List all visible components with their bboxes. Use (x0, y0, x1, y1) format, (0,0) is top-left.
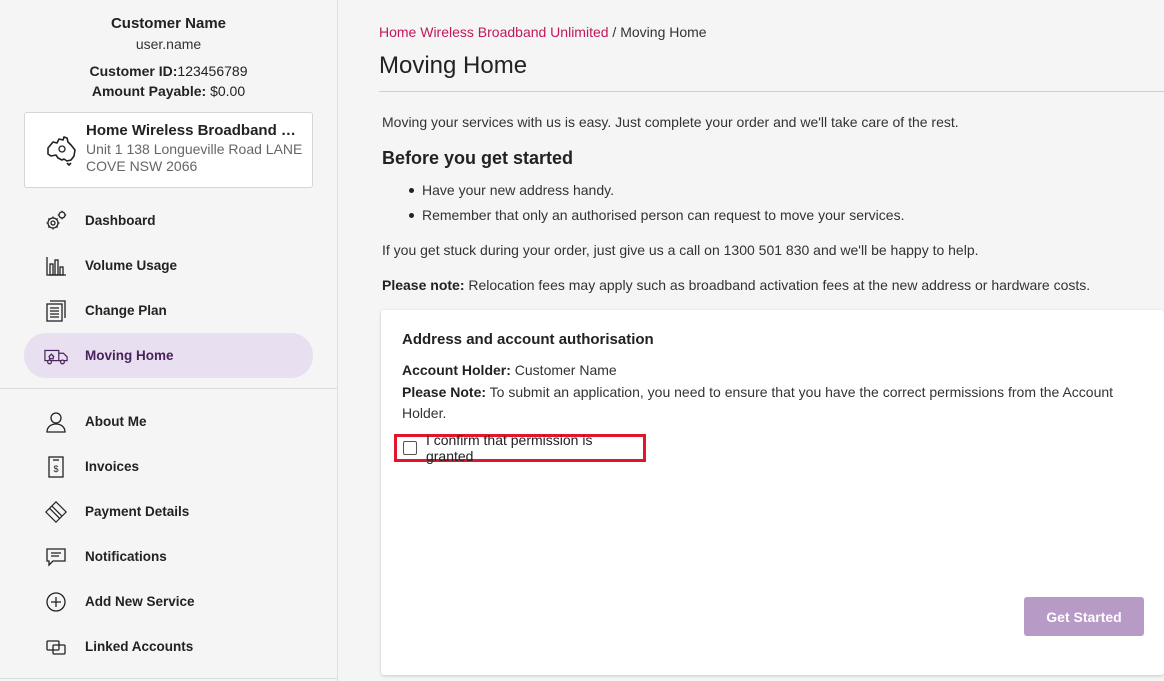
breadcrumb-link-service[interactable]: Home Wireless Broadband Unlimited (379, 24, 609, 40)
checklist: Have your new address handy. Remember th… (382, 181, 904, 231)
nav-item-label: Volume Usage (85, 258, 178, 273)
customer-name: Customer Name (110, 15, 227, 32)
permission-note-text: To submit an application, you need to en… (402, 384, 1114, 421)
permission-note-label: Please Note: (402, 384, 487, 400)
secondary-nav: About Me $ Invoices Payment Details Noti… (24, 399, 313, 669)
nav-item-about-me[interactable]: About Me (24, 399, 313, 444)
amount-payable-label: Amount Payable: (91, 83, 207, 99)
credit-card-icon (44, 500, 68, 524)
nav-item-dashboard[interactable]: Dashboard (24, 198, 313, 243)
nav-item-label: Invoices (85, 459, 140, 474)
breadcrumb: Home Wireless Broadband Unlimited / Movi… (379, 24, 707, 40)
linked-squares-icon (44, 635, 68, 659)
service-card[interactable]: Home Wireless Broadband Unlimited Unit 1… (24, 112, 313, 188)
list-item: Remember that only an authorised person … (382, 206, 904, 231)
help-text: If you get stuck during your order, just… (382, 242, 979, 258)
customer-id: Customer ID:123456789 (0, 61, 337, 81)
customer-id-value: 123456789 (177, 63, 248, 79)
gears-icon (44, 209, 68, 233)
main-content: Home Wireless Broadband Unlimited / Movi… (339, 0, 1164, 681)
svg-text:$: $ (53, 464, 58, 474)
nav-item-label: Notifications (85, 549, 167, 564)
nav-item-label: Payment Details (85, 504, 190, 519)
moving-truck-icon (44, 344, 68, 368)
nav-item-invoices[interactable]: $ Invoices (24, 444, 313, 489)
amount-payable: Amount Payable: $0.00 (0, 81, 337, 101)
note-label: Please note: (382, 277, 465, 293)
nav-item-volume-usage[interactable]: Volume Usage (24, 243, 313, 288)
amount-payable-value: $0.00 (210, 83, 246, 99)
service-title: Home Wireless Broadband Unlimited (86, 122, 304, 139)
page-title: Moving Home (379, 52, 528, 79)
bar-chart-icon (44, 254, 68, 278)
list-item: Have your new address handy. (382, 181, 904, 206)
nav-item-label: Add New Service (85, 594, 195, 609)
permission-checkbox-label[interactable]: I confirm that permission is granted (426, 432, 643, 464)
nav-item-label: Linked Accounts (85, 639, 194, 654)
invoice-icon: $ (44, 455, 68, 479)
title-divider (379, 91, 1164, 92)
nav-item-linked-accounts[interactable]: Linked Accounts (24, 624, 313, 669)
authorisation-heading: Address and account authorisation (402, 331, 654, 348)
primary-nav: Dashboard Volume Usage Change Plan Movin… (24, 198, 313, 378)
relocation-note: Please note: Relocation fees may apply s… (382, 277, 1090, 293)
account-holder: Account Holder: Customer Name (402, 362, 617, 378)
permission-confirm[interactable]: I confirm that permission is granted (394, 432, 646, 464)
nav-item-moving-home[interactable]: Moving Home (24, 333, 313, 378)
customer-summary: Customer Name user.name Customer ID:1234… (0, 0, 337, 101)
intro-text: Moving your services with us is easy. Ju… (382, 114, 959, 130)
nav-item-label: About Me (85, 414, 147, 429)
nav-item-notifications[interactable]: Notifications (24, 534, 313, 579)
chat-bubble-icon (44, 545, 68, 569)
get-started-button[interactable]: Get Started (1024, 597, 1144, 636)
service-address: Unit 1 138 Longueville Road LANE COVE NS… (86, 141, 303, 174)
nav-item-add-new-service[interactable]: Add New Service (24, 579, 313, 624)
account-holder-label: Account Holder: (402, 362, 511, 378)
australia-map-icon (47, 136, 76, 166)
document-stack-icon (44, 299, 68, 323)
authorisation-card: Address and account authorisation Accoun… (381, 310, 1164, 675)
note-text: Relocation fees may apply such as broadb… (464, 277, 1091, 293)
nav-item-label: Change Plan (85, 303, 167, 318)
account-holder-value: Customer Name (510, 362, 617, 378)
permission-checkbox[interactable] (403, 441, 417, 455)
nav-item-label: Dashboard (85, 213, 156, 228)
nav-divider (0, 388, 338, 389)
nav-divider (0, 678, 338, 679)
before-you-start-heading: Before you get started (382, 148, 574, 168)
breadcrumb-separator: / (608, 24, 621, 40)
sidebar: Customer Name user.name Customer ID:1234… (0, 0, 338, 681)
nav-item-label: Moving Home (85, 348, 174, 363)
breadcrumb-current: Moving Home (620, 24, 707, 40)
nav-item-payment-details[interactable]: Payment Details (24, 489, 313, 534)
customer-username: user.name (135, 36, 202, 52)
plus-circle-icon (44, 590, 68, 614)
customer-id-label: Customer ID: (89, 63, 178, 79)
nav-item-change-plan[interactable]: Change Plan (24, 288, 313, 333)
permission-note: Please Note: To submit an application, y… (402, 382, 1122, 424)
person-icon (44, 410, 68, 434)
